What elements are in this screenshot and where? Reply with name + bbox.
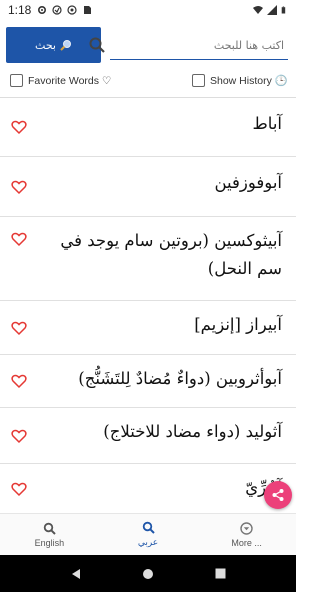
- heart-icon[interactable]: [11, 320, 27, 336]
- back-icon[interactable]: [70, 568, 82, 580]
- word-text: آثوليد (دواء مضاد للاختلاج): [103, 422, 282, 441]
- word-text: آبوأثروبين (دواءٌ مُضادٌ لِلتَشَنُّج): [78, 369, 282, 388]
- list-item[interactable]: آبيراز [إنزيم]: [0, 301, 296, 355]
- nav-more[interactable]: More ...: [197, 514, 296, 555]
- word-list: آباط آبوفوزفين آبيثوكسين (بروتين سام يوج…: [0, 97, 296, 513]
- favorite-words-toggle[interactable]: Favorite Words ♡: [10, 74, 111, 87]
- list-item[interactable]: آبوفوزفين: [0, 157, 296, 217]
- show-history-toggle[interactable]: Show History 🕒: [192, 74, 288, 87]
- show-history-label: Show History 🕒: [210, 75, 288, 87]
- search-icon: [142, 521, 155, 534]
- show-history-checkbox[interactable]: [192, 74, 205, 87]
- search-input[interactable]: [110, 32, 288, 60]
- favorite-words-checkbox[interactable]: [10, 74, 23, 87]
- heart-icon[interactable]: [11, 179, 27, 195]
- bottom-navigation: English عربي More ...: [0, 513, 296, 555]
- search-button-label: بحث: [35, 38, 56, 52]
- system-navigation-bar: [0, 555, 296, 592]
- search-button[interactable]: بحث: [6, 27, 101, 63]
- options-row: Favorite Words ♡ Show History 🕒: [0, 70, 296, 92]
- nav-more-label: More ...: [231, 537, 262, 548]
- battery-icon: [281, 6, 286, 14]
- word-text: آجُرِّيّ: [245, 478, 282, 497]
- signal-icon: [267, 5, 277, 15]
- home-icon[interactable]: [142, 568, 154, 580]
- status-bar: 1:18: [0, 0, 296, 20]
- favorite-words-label: Favorite Words ♡: [28, 74, 112, 87]
- search-icon[interactable]: [88, 36, 106, 54]
- word-text: آبيراز [إنزيم]: [194, 315, 282, 334]
- share-icon: [272, 489, 284, 501]
- list-item[interactable]: آبوأثروبين (دواءٌ مُضادٌ لِلتَشَنُّج): [0, 355, 296, 408]
- recents-icon[interactable]: [215, 568, 226, 579]
- list-item[interactable]: آجُرِّيّ: [0, 464, 296, 513]
- settings-icon: [38, 5, 47, 15]
- nav-english[interactable]: English: [0, 514, 99, 555]
- chevron-down-circle-icon: [240, 521, 253, 535]
- heart-icon[interactable]: [11, 119, 27, 135]
- heart-icon[interactable]: [11, 481, 27, 497]
- notification-icon: [52, 5, 62, 15]
- nav-english-label: English: [34, 537, 65, 548]
- heart-icon[interactable]: [11, 428, 27, 444]
- share-button[interactable]: [264, 481, 292, 509]
- nav-arabic[interactable]: عربي: [99, 514, 198, 555]
- list-item[interactable]: آباط: [0, 98, 296, 157]
- status-time: 1:18: [8, 3, 32, 17]
- wifi-icon: [253, 6, 263, 14]
- search-icon: [43, 522, 56, 535]
- heart-icon[interactable]: [11, 373, 27, 389]
- vpn-icon: [67, 5, 77, 15]
- list-item[interactable]: آبيثوكسين (بروتين سام يوجد في سم النحل): [0, 217, 296, 301]
- word-text: آبيثوكسين (بروتين سام يوجد في سم النحل): [60, 231, 282, 279]
- magnifier-icon: [60, 40, 71, 51]
- nav-arabic-label: عربي: [137, 537, 159, 547]
- heart-icon[interactable]: [11, 231, 27, 247]
- search-row: بحث: [0, 24, 296, 66]
- sim-icon: [84, 6, 92, 14]
- word-text: آبوفوزفين: [214, 173, 282, 192]
- list-item[interactable]: آثوليد (دواء مضاد للاختلاج): [0, 408, 296, 464]
- word-text: آباط: [252, 114, 282, 133]
